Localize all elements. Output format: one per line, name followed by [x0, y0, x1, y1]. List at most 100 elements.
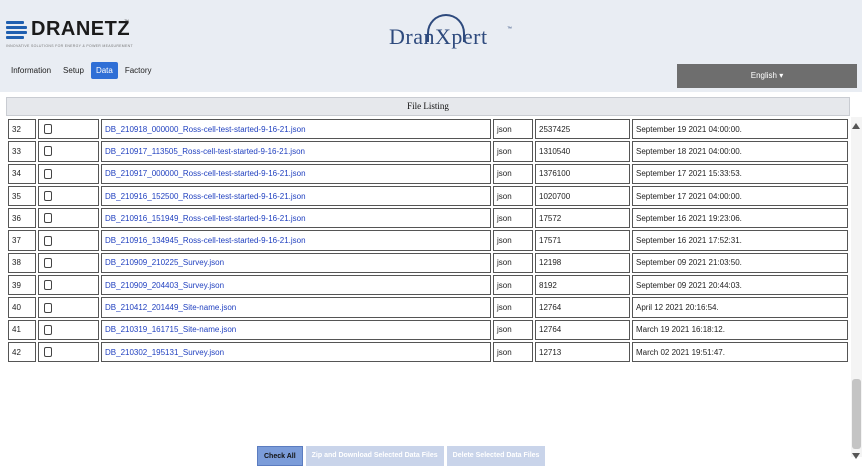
- row-number: 34: [8, 163, 36, 184]
- row-select-checkbox[interactable]: [44, 191, 52, 202]
- file-name-cell: DB_210917_000000_Ross-cell-test-started-…: [101, 163, 491, 184]
- file-name-cell: DB_210909_210225_Survey.json: [101, 252, 491, 274]
- file-date: September 09 2021 21:03:50.: [632, 252, 848, 274]
- file-listing-title: File Listing: [6, 97, 850, 116]
- dranxpert-logo: DranXpert ™: [389, 14, 514, 50]
- row-select-cell: [38, 275, 99, 296]
- file-listing-table-container: 32 DB_210918_000000_Ross-cell-test-starte…: [6, 117, 850, 437]
- row-select-cell: [38, 319, 99, 340]
- file-link[interactable]: DB_210917_113505_Ross-cell-test-started-…: [105, 147, 305, 156]
- file-type: json: [493, 341, 533, 363]
- dranetz-logo: DRANETZ ™ INNOVATIVE SOLUTIONS FOR ENERG…: [6, 17, 136, 51]
- row-select-cell: [38, 141, 99, 162]
- file-size: 17571: [535, 230, 630, 251]
- check-all-button[interactable]: Check All: [257, 446, 303, 466]
- file-link[interactable]: DB_210909_204403_Survey.json: [105, 281, 224, 290]
- app-header: DRANETZ ™ INNOVATIVE SOLUTIONS FOR ENERG…: [0, 0, 862, 92]
- row-select-checkbox[interactable]: [44, 347, 52, 358]
- file-link[interactable]: DB_210909_210225_Survey.json: [105, 258, 224, 267]
- row-select-checkbox[interactable]: [44, 257, 52, 268]
- file-link[interactable]: DB_210302_195131_Survey.json: [105, 348, 224, 357]
- language-dropdown-button[interactable]: English ▾: [677, 64, 857, 88]
- file-link[interactable]: DB_210412_201449_Site-name.json: [105, 303, 236, 312]
- dranxpert-trademark: ™: [507, 26, 512, 32]
- row-number: 42: [8, 341, 36, 363]
- table-row: 37 DB_210916_134945_Ross-cell-test-starte…: [8, 230, 848, 251]
- file-size: 1020700: [535, 185, 630, 207]
- tab-information[interactable]: Information: [6, 62, 56, 79]
- file-link[interactable]: DB_210918_000000_Ross-cell-test-started-…: [105, 125, 306, 134]
- table-row: 42 DB_210302_195131_Survey.json json 12713 M…: [8, 341, 848, 363]
- row-number: 40: [8, 297, 36, 318]
- tab-data[interactable]: Data: [90, 62, 118, 79]
- file-link[interactable]: DB_210916_151949_Ross-cell-test-started-…: [105, 214, 306, 223]
- file-type: json: [493, 230, 533, 251]
- row-select-checkbox[interactable]: [44, 324, 52, 335]
- file-link[interactable]: DB_210916_152500_Ross-cell-test-started-…: [105, 192, 306, 201]
- file-size: 2537425: [535, 119, 630, 140]
- table-row: 36 DB_210916_151949_Ross-cell-test-starte…: [8, 208, 848, 229]
- tab-factory[interactable]: Factory: [120, 62, 157, 79]
- table-scrollbar[interactable]: [851, 117, 862, 459]
- row-select-checkbox[interactable]: [44, 235, 52, 246]
- row-number: 38: [8, 252, 36, 274]
- file-date: September 16 2021 19:23:06.: [632, 208, 848, 229]
- row-select-checkbox[interactable]: [44, 280, 52, 291]
- file-type: json: [493, 252, 533, 274]
- tab-setup[interactable]: Setup: [58, 62, 89, 79]
- file-date: September 18 2021 04:00:00.: [632, 141, 848, 162]
- dranetz-logo-text: DRANETZ: [31, 18, 131, 40]
- file-name-cell: DB_210302_195131_Survey.json: [101, 341, 491, 363]
- row-select-cell: [38, 252, 99, 274]
- row-select-checkbox[interactable]: [44, 124, 52, 135]
- scrollbar-thumb[interactable]: [852, 379, 861, 449]
- row-select-cell: [38, 208, 99, 229]
- row-select-checkbox[interactable]: [44, 302, 52, 313]
- dranetz-tagline: INNOVATIVE SOLUTIONS FOR ENERGY & POWER …: [6, 44, 133, 48]
- file-name-cell: DB_210412_201449_Site-name.json: [101, 297, 491, 318]
- row-select-checkbox[interactable]: [44, 168, 52, 179]
- table-row: 38 DB_210909_210225_Survey.json json 12198 S…: [8, 252, 848, 274]
- file-size: 1310540: [535, 141, 630, 162]
- file-name-cell: DB_210319_161715_Site-name.json: [101, 319, 491, 340]
- table-row: 32 DB_210918_000000_Ross-cell-test-starte…: [8, 119, 848, 140]
- file-date: September 17 2021 04:00:00.: [632, 185, 848, 207]
- delete-selected-button[interactable]: Delete Selected Data Files: [446, 446, 546, 466]
- file-type: json: [493, 163, 533, 184]
- file-type: json: [493, 275, 533, 296]
- file-name-cell: DB_210918_000000_Ross-cell-test-started-…: [101, 119, 491, 140]
- row-select-cell: [38, 297, 99, 318]
- file-size: 12198: [535, 252, 630, 274]
- file-name-cell: DB_210916_151949_Ross-cell-test-started-…: [101, 208, 491, 229]
- row-select-cell: [38, 185, 99, 207]
- file-size: 17572: [535, 208, 630, 229]
- file-size: 12713: [535, 341, 630, 363]
- row-select-cell: [38, 230, 99, 251]
- file-link[interactable]: DB_210916_134945_Ross-cell-test-started-…: [105, 236, 306, 245]
- file-type: json: [493, 119, 533, 140]
- file-type: json: [493, 185, 533, 207]
- row-number: 37: [8, 230, 36, 251]
- file-type: json: [493, 319, 533, 340]
- file-name-cell: DB_210917_113505_Ross-cell-test-started-…: [101, 141, 491, 162]
- row-select-checkbox[interactable]: [44, 213, 52, 224]
- dranetz-mark-icon: [6, 21, 28, 41]
- table-row: 39 DB_210909_204403_Survey.json json 8192 Se…: [8, 275, 848, 296]
- file-actions: Check All Zip and Download Selected Data…: [257, 446, 546, 466]
- file-type: json: [493, 208, 533, 229]
- zip-download-button[interactable]: Zip and Download Selected Data Files: [305, 446, 444, 466]
- file-link[interactable]: DB_210319_161715_Site-name.json: [105, 325, 236, 334]
- scroll-down-arrow-icon[interactable]: [852, 453, 860, 459]
- file-date: April 12 2021 20:16:54.: [632, 297, 848, 318]
- dranetz-trademark: ™: [124, 19, 129, 25]
- file-name-cell: DB_210909_204403_Survey.json: [101, 275, 491, 296]
- file-link[interactable]: DB_210917_000000_Ross-cell-test-started-…: [105, 169, 306, 178]
- table-row: 40 DB_210412_201449_Site-name.json json 127…: [8, 297, 848, 318]
- table-row: 34 DB_210917_000000_Ross-cell-test-starte…: [8, 163, 848, 184]
- file-size: 12764: [535, 297, 630, 318]
- file-size: 8192: [535, 275, 630, 296]
- row-select-checkbox[interactable]: [44, 146, 52, 157]
- scroll-up-arrow-icon[interactable]: [852, 123, 860, 129]
- file-date: March 19 2021 16:18:12.: [632, 319, 848, 340]
- file-date: September 19 2021 04:00:00.: [632, 119, 848, 140]
